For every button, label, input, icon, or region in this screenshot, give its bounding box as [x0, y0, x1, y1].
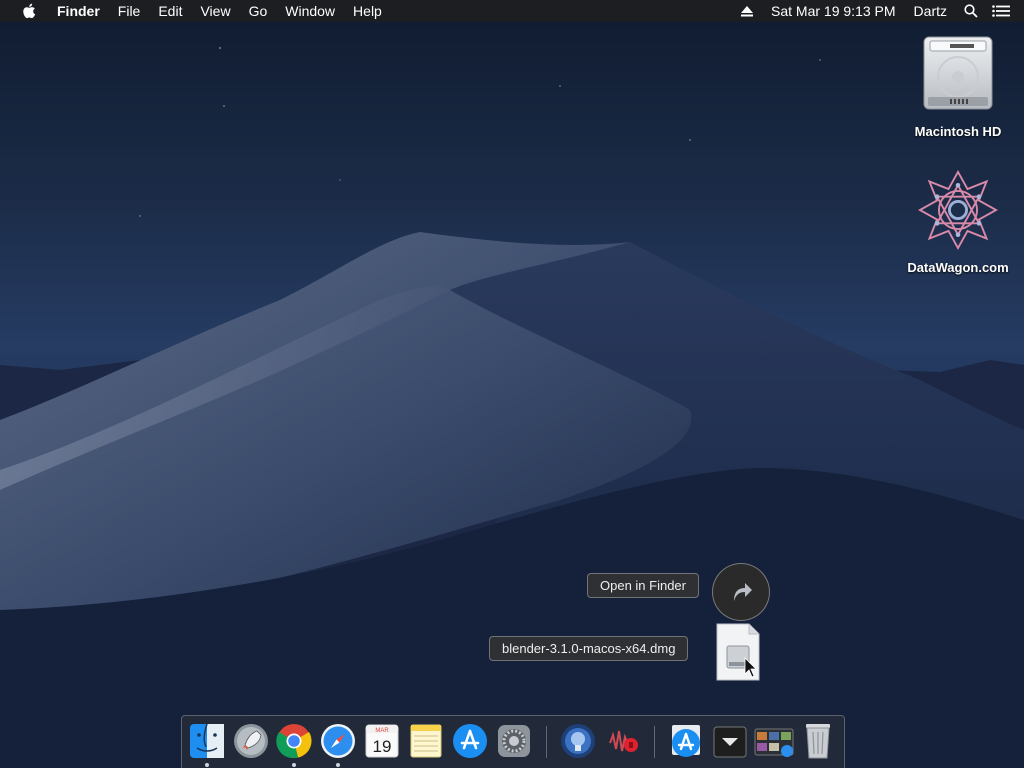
desktop-icon-datawagon[interactable]: DataWagon.com	[903, 168, 1013, 275]
svg-text:MAR: MAR	[375, 728, 389, 734]
blue-globe-icon	[561, 724, 595, 758]
dock-app-store-folder[interactable]	[666, 721, 706, 761]
menu-file[interactable]: File	[109, 0, 150, 22]
desktop-icon-label: Macintosh HD	[914, 124, 1002, 139]
dock-safari[interactable]	[318, 721, 358, 767]
dock-separator	[546, 726, 547, 758]
open-in-finder-label[interactable]: Open in Finder	[587, 573, 699, 598]
chrome-icon	[276, 724, 312, 759]
curved-arrow-icon	[734, 583, 752, 601]
notes-icon	[410, 724, 442, 758]
dock-notes[interactable]	[406, 721, 446, 761]
dock-app-store[interactable]	[450, 721, 490, 761]
menu-view[interactable]: View	[191, 0, 239, 22]
running-indicator	[292, 763, 296, 767]
menu-bar-extras: Sat Mar 19 9:13 PM Dartz	[732, 0, 1024, 22]
menu-user[interactable]: Dartz	[905, 0, 956, 22]
chevron-down-icon	[713, 726, 747, 758]
eject-icon[interactable]	[736, 0, 758, 22]
desktop-icon-label: DataWagon.com	[907, 260, 1009, 275]
dock-trash[interactable]	[798, 721, 838, 761]
menu-edit[interactable]: Edit	[149, 0, 191, 22]
menu-clock[interactable]: Sat Mar 19 9:13 PM	[762, 0, 905, 22]
trash-icon	[806, 724, 830, 759]
dmg-file-icon[interactable]	[715, 622, 761, 682]
svg-text:19: 19	[373, 737, 392, 756]
menu-bar: Finder File Edit View Go Window Help Sat…	[0, 0, 1024, 22]
running-indicator	[336, 763, 340, 767]
running-indicator	[205, 763, 209, 767]
safari-compass-icon	[321, 724, 355, 758]
dock-system-preferences[interactable]	[494, 721, 534, 761]
dock-downloads-stack[interactable]	[710, 721, 750, 761]
dock-separator	[654, 726, 655, 758]
menu-go[interactable]: Go	[240, 0, 277, 22]
spotlight-search-icon[interactable]	[960, 0, 982, 22]
dock-photos-stack[interactable]	[754, 721, 794, 761]
gear-icon	[498, 725, 530, 757]
dock-audio-app[interactable]	[602, 721, 642, 761]
app-store-icon	[453, 724, 487, 758]
desktop-icon-macintosh-hd[interactable]: Macintosh HD	[903, 32, 1013, 139]
launchpad-rocket-icon	[234, 724, 268, 758]
photos-stack-icon	[754, 728, 794, 757]
dock-proxy-app[interactable]	[558, 721, 598, 761]
datawagon-logo-icon	[918, 168, 998, 252]
dock-calendar[interactable]: MAR 19	[362, 721, 402, 761]
notification-center-icon[interactable]	[990, 0, 1012, 22]
menu-window[interactable]: Window	[276, 0, 344, 22]
finder-icon	[190, 723, 224, 758]
dmg-filename-label[interactable]: blender-3.1.0-macos-x64.dmg	[489, 636, 689, 661]
open-in-finder-button[interactable]	[712, 563, 770, 621]
audio-recorder-icon	[609, 730, 638, 752]
menu-help[interactable]: Help	[344, 0, 391, 22]
calendar-icon: MAR 19	[365, 724, 399, 758]
dock-finder[interactable]	[187, 721, 227, 767]
dock-launchpad[interactable]	[231, 721, 271, 761]
dock-chrome[interactable]	[274, 721, 314, 767]
apple-menu-icon[interactable]	[18, 0, 40, 22]
hard-drive-icon	[918, 32, 998, 116]
menu-app-name[interactable]: Finder	[48, 0, 109, 22]
app-store-icon	[672, 725, 700, 757]
dock: MAR 19	[181, 715, 845, 768]
